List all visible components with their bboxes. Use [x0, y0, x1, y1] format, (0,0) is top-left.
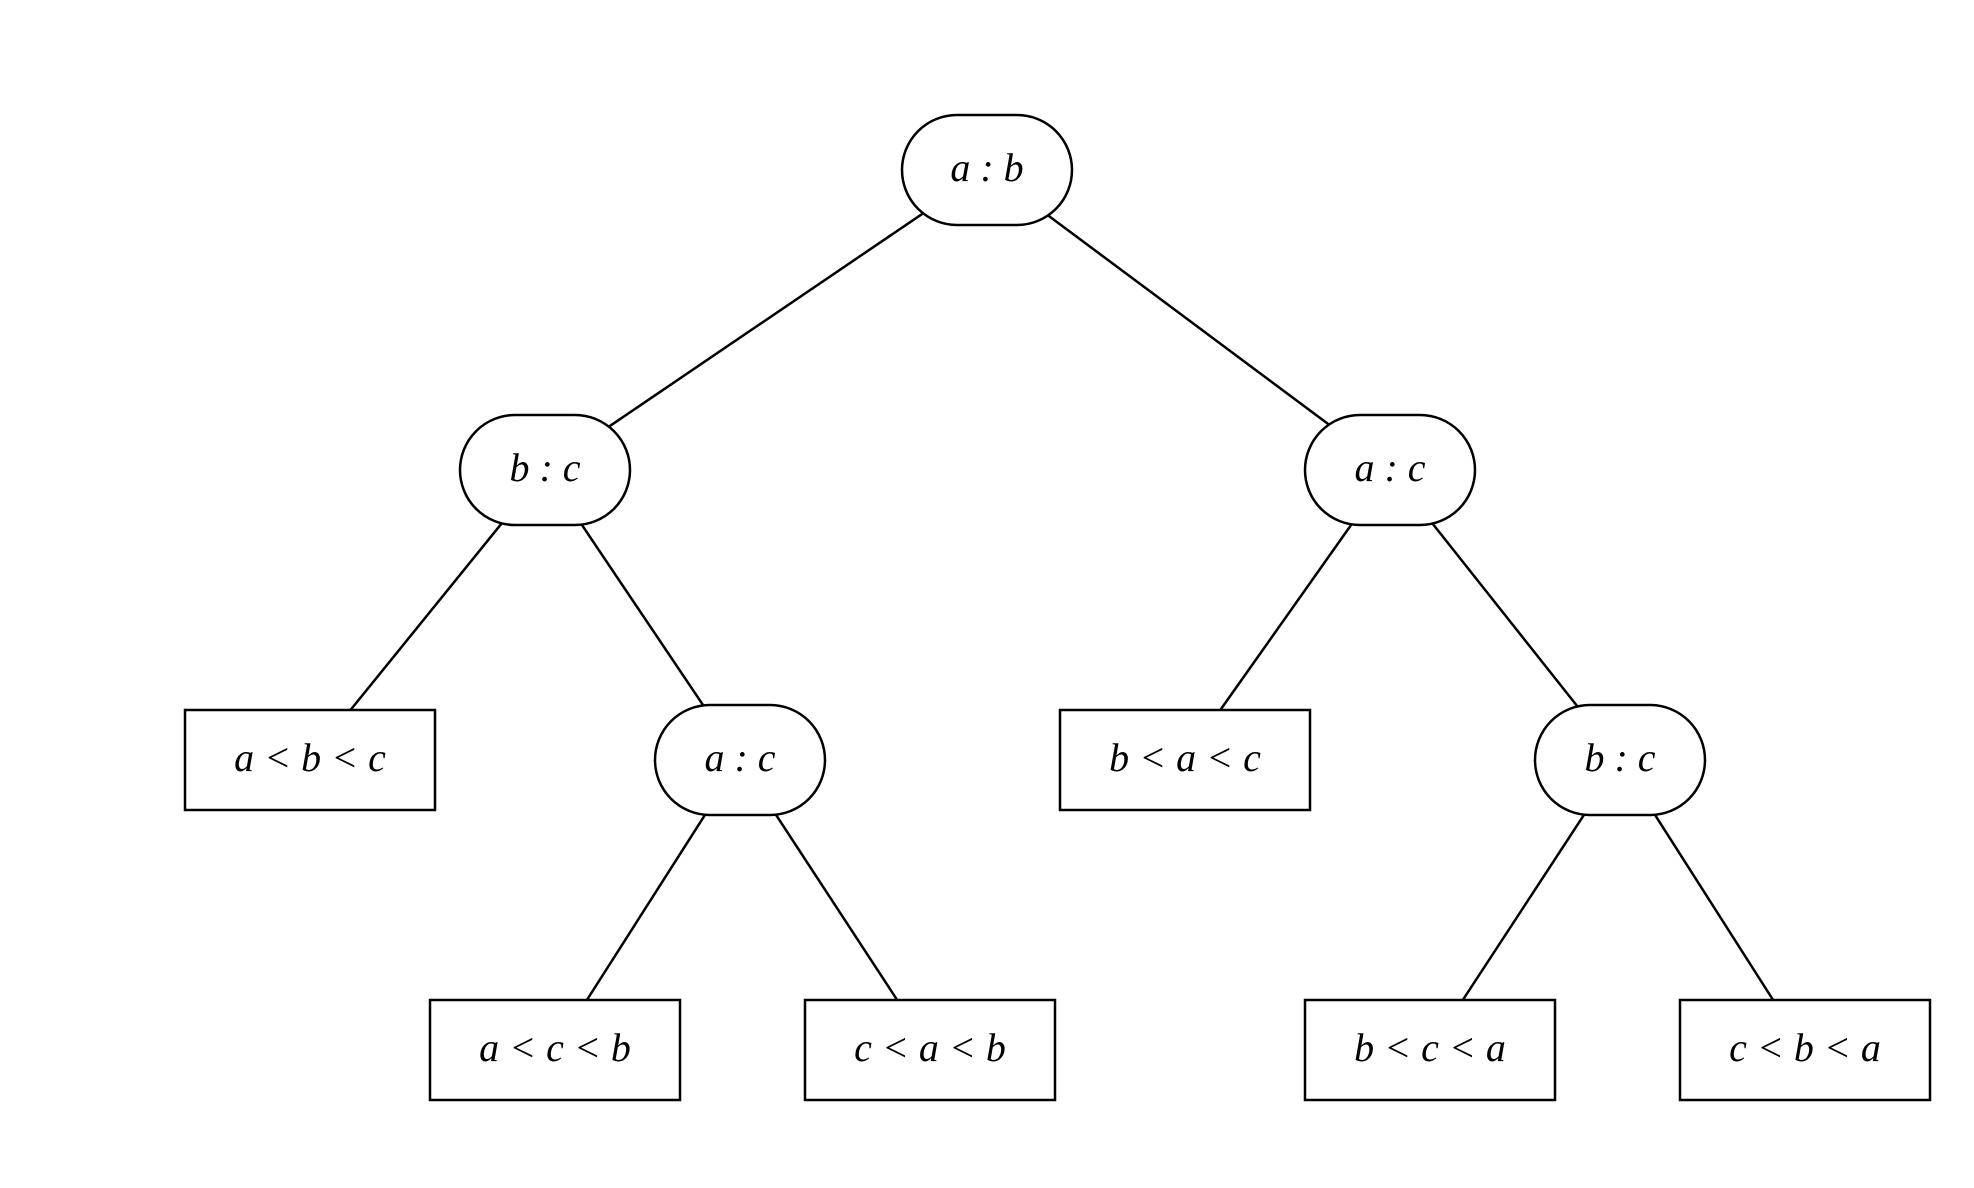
node-label: b : c — [1584, 735, 1655, 780]
decision-tree-diagram: a : b b : c a : c a < b < c a : c b < a < c b … — [0, 0, 1974, 1188]
node-label: a : c — [1354, 445, 1425, 490]
edge-rr-rrr — [1652, 811, 1773, 1000]
node-label: b < c < a — [1354, 1025, 1506, 1070]
leaf-node-rrl: b < c < a — [1305, 1000, 1555, 1100]
node-label: c < b < a — [1729, 1025, 1881, 1070]
node-label: a < c < b — [479, 1025, 631, 1070]
leaf-node-rrr: c < b < a — [1680, 1000, 1930, 1100]
edge-l-ll — [351, 519, 506, 710]
edge-r-rr — [1429, 519, 1581, 711]
leaf-node-rl: b < a < c — [1060, 710, 1310, 810]
node-label: c < a < b — [854, 1025, 1006, 1070]
edge-l-lr — [579, 520, 706, 709]
nodes-layer: a : b b : c a : c a < b < c a : c b < a < c b … — [185, 115, 1930, 1100]
edges-layer — [351, 210, 1774, 1000]
leaf-node-lrr: c < a < b — [805, 1000, 1055, 1100]
node-label: b : c — [509, 445, 580, 490]
node-label: a < b < c — [234, 735, 386, 780]
decision-node-l: b : c — [460, 415, 630, 525]
node-label: a : b — [950, 145, 1023, 190]
edge-lr-lrl — [587, 811, 708, 1000]
decision-node-rr: b : c — [1535, 705, 1705, 815]
node-label: b < a < c — [1109, 735, 1261, 780]
decision-node-lr: a : c — [655, 705, 825, 815]
node-label: a : c — [704, 735, 775, 780]
edge-r-rl — [1220, 520, 1354, 710]
edge-rr-rrl — [1463, 811, 1587, 1000]
decision-node-root: a : b — [902, 115, 1072, 225]
decision-node-r: a : c — [1305, 415, 1475, 525]
edge-lr-lrr — [773, 811, 897, 1000]
edge-root-l — [604, 210, 929, 430]
edge-root-r — [1043, 212, 1334, 429]
leaf-node-ll: a < b < c — [185, 710, 435, 810]
leaf-node-lrl: a < c < b — [430, 1000, 680, 1100]
